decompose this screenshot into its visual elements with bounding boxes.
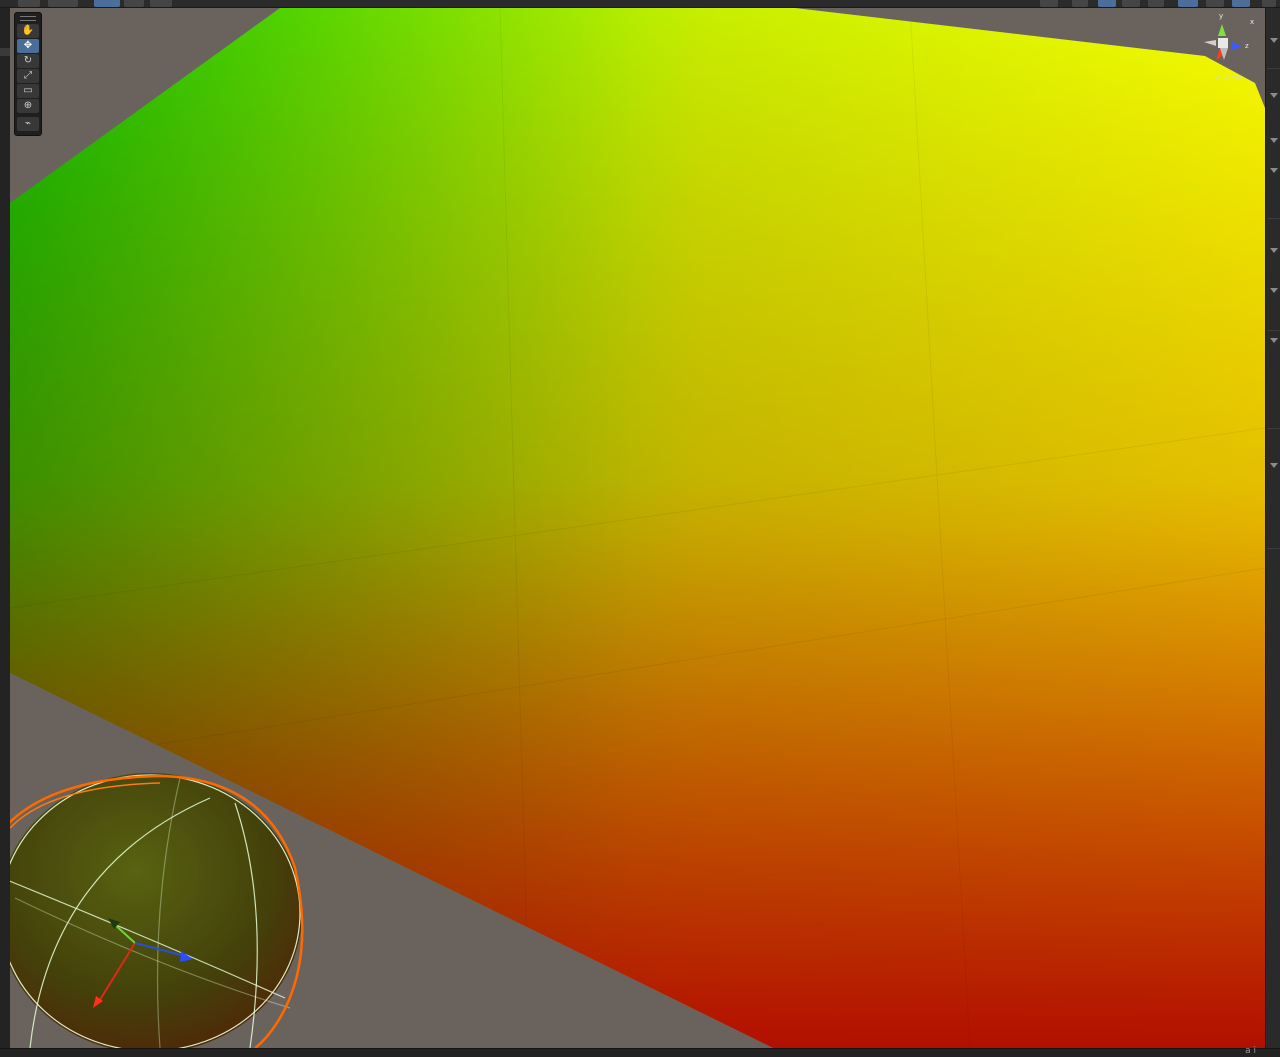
- toolbar-button-active[interactable]: [1178, 0, 1198, 7]
- palette-grip[interactable]: [20, 16, 36, 21]
- toolbar-button-active[interactable]: [1232, 0, 1250, 7]
- orientation-gizmo[interactable]: y z x < Persp: [1198, 12, 1255, 86]
- foldout-arrow-icon[interactable]: [1270, 93, 1278, 98]
- hand-icon: ✋: [21, 25, 35, 36]
- top-toolbar: [0, 0, 1280, 8]
- gizmo-x-label: x: [1250, 18, 1255, 26]
- rotate-tool-button[interactable]: ↻: [17, 54, 39, 68]
- status-text: a i: [1245, 1046, 1256, 1056]
- foldout-arrow-icon[interactable]: [1270, 338, 1278, 343]
- inspector-panel-edge: [1265, 8, 1280, 1057]
- rect-icon: ▭: [23, 85, 33, 96]
- rect-tool-button[interactable]: ▭: [17, 84, 39, 98]
- hand-tool-button[interactable]: ✋: [17, 24, 39, 38]
- custom-tool-icon: ⌁: [24, 118, 32, 129]
- panel-divider: [1267, 218, 1280, 219]
- toolbar-button[interactable]: [1206, 0, 1224, 7]
- gizmo-neg-z-cone[interactable]: [1204, 40, 1216, 46]
- toolbar-button[interactable]: [124, 0, 144, 7]
- foldout-arrow-icon[interactable]: [1270, 138, 1278, 143]
- transform-tool-button[interactable]: ⊕: [17, 99, 39, 113]
- toolbar-button-active[interactable]: [94, 0, 120, 7]
- toolbar-button[interactable]: [150, 0, 172, 7]
- toolbar-button[interactable]: [48, 0, 78, 7]
- toolbar-button[interactable]: [1262, 0, 1276, 7]
- scale-tool-button[interactable]: ⤢: [17, 69, 39, 83]
- move-icon: ✥: [23, 40, 33, 51]
- move-tool-button[interactable]: ✥: [17, 39, 39, 53]
- gizmo-z-label: z: [1245, 42, 1249, 50]
- gizmo-center-cube[interactable]: [1218, 38, 1228, 48]
- foldout-arrow-icon[interactable]: [1270, 168, 1278, 173]
- toolbar-button[interactable]: [1122, 0, 1140, 7]
- foldout-arrow-icon[interactable]: [1270, 38, 1278, 43]
- toolbar-button[interactable]: [1148, 0, 1164, 7]
- scene-canvas[interactable]: [10, 8, 1265, 1048]
- left-panel-edge: [0, 8, 10, 1057]
- toolbar-button[interactable]: [18, 0, 40, 7]
- gizmo-y-cone[interactable]: [1218, 24, 1226, 36]
- status-bar: a i: [0, 1046, 1280, 1057]
- toolbar-button[interactable]: [1040, 0, 1058, 7]
- rotate-icon: ↻: [23, 55, 33, 66]
- gizmo-z-cone[interactable]: [1232, 42, 1242, 50]
- scale-icon: ⤢: [24, 70, 32, 81]
- tool-palette: ✋ ✥ ↻ ⤢ ▭ ⊕ ⌁: [14, 12, 42, 136]
- custom-tool-button[interactable]: ⌁: [17, 117, 39, 131]
- foldout-arrow-icon[interactable]: [1270, 463, 1278, 468]
- toolbar-button[interactable]: [1072, 0, 1088, 7]
- panel-divider: [1267, 428, 1280, 429]
- panel-divider: [1267, 330, 1280, 331]
- panel-divider: [1267, 548, 1280, 549]
- foldout-arrow-icon[interactable]: [1270, 288, 1278, 293]
- projection-toggle[interactable]: < Persp: [1214, 74, 1241, 82]
- scene-viewport[interactable]: ✋ ✥ ↻ ⤢ ▭ ⊕ ⌁ y z x < Persp: [10, 8, 1265, 1048]
- gizmo-y-label: y: [1219, 12, 1224, 20]
- transform-icon: ⊕: [23, 100, 33, 111]
- panel-divider: [1267, 68, 1280, 69]
- foldout-arrow-icon[interactable]: [1270, 248, 1278, 253]
- left-panel-marker: [0, 48, 10, 56]
- toolbar-button-active[interactable]: [1098, 0, 1116, 7]
